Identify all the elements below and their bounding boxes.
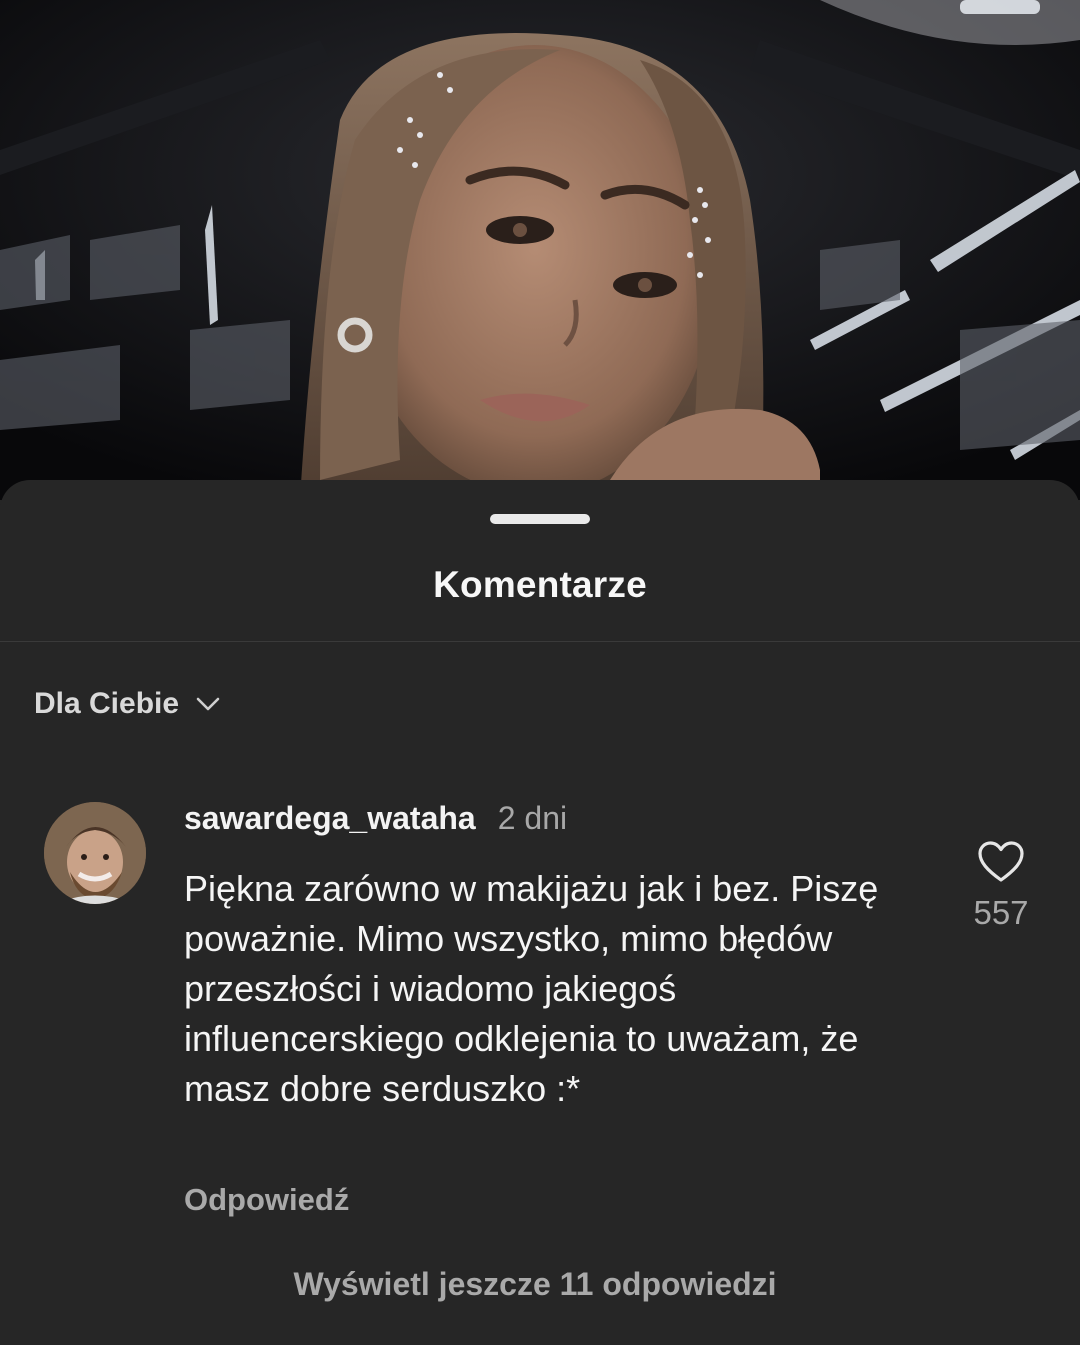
sort-dropdown[interactable]: Dla Ciebie [34,682,223,726]
post-background-image [0,0,1080,500]
sheet-title: Komentarze [433,564,647,605]
comment-text: Piękna zarówno w makijażu jak i bez. Pis… [184,868,879,1109]
drag-handle[interactable] [490,514,590,524]
view-more-replies-button[interactable]: Wyświetl jeszcze 11 odpowiedzi [0,1266,1070,1303]
comment-header: sawardega_wataha 2 dni [184,800,567,837]
like-button[interactable]: 557 [966,840,1036,932]
divider [0,641,1080,642]
comment-time: 2 dni [497,800,568,836]
comments-sheet: Komentarze Dla Ciebie sawardega_wataha 2… [0,480,1080,1345]
comment-username[interactable]: sawardega_wataha [184,800,476,837]
chevron-down-icon [196,697,220,711]
avatar[interactable] [44,802,146,904]
heart-icon [978,841,1024,882]
like-count: 557 [973,894,1029,931]
sort-label: Dla Ciebie [34,687,180,720]
reply-button[interactable]: Odpowiedź [184,1182,349,1218]
